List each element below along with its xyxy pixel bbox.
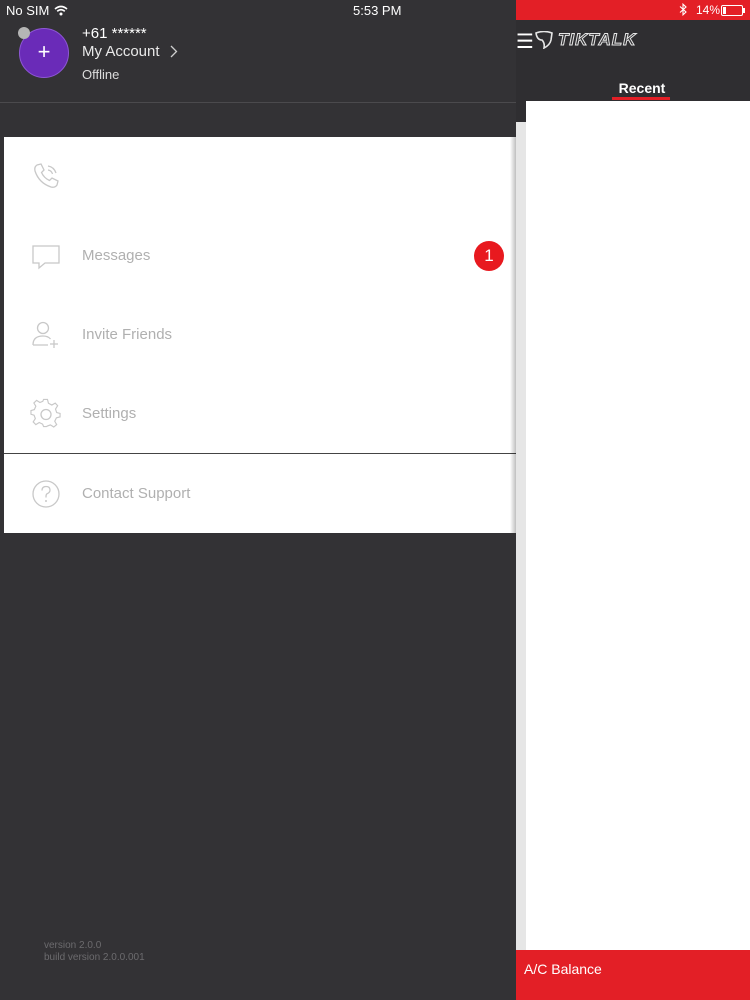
menu-item-invite-label: Invite Friends [82, 326, 173, 343]
menu-item-contact-support[interactable]: Contact Support [4, 454, 516, 533]
status-time: 5:53 PM [353, 3, 402, 18]
menu-item-messages-label: Messages [82, 247, 151, 264]
gear-icon [30, 398, 61, 428]
app-status-bar: 14% [516, 0, 750, 20]
hamburger-menu-icon[interactable]: ☰ [516, 32, 534, 52]
battery-level [723, 7, 726, 14]
version-info: version 2.0.0 build version 2.0.0.001 [44, 940, 145, 964]
main-app-panel[interactable]: 14% ☰ TIKTALK Recent A/C Balance [516, 0, 750, 1000]
carrier-status: No SIM [6, 3, 68, 18]
account-header[interactable]: + +61 ****** My Account Offline [0, 22, 516, 103]
add-user-icon [32, 321, 58, 348]
logo-text: TIKTALK [557, 30, 637, 50]
my-account-label: My Account [82, 43, 160, 60]
bluetooth-icon [679, 3, 687, 16]
tab-recent-indicator [612, 97, 670, 100]
balance-bar[interactable]: A/C Balance [516, 950, 750, 1000]
app-version: version 2.0.0 [44, 940, 102, 951]
avatar-plus-icon: + [37, 39, 51, 64]
logo-mark-icon [535, 31, 553, 49]
unread-badge: 1 [474, 240, 504, 271]
content-gap [516, 101, 526, 122]
battery-icon [721, 5, 745, 16]
balance-label: A/C Balance [524, 961, 602, 977]
app-nav-bar: ☰ TIKTALK Recent [516, 20, 750, 100]
chevron-right-icon [170, 45, 177, 58]
recent-list[interactable] [526, 101, 750, 950]
tiktalk-logo: TIKTALK [534, 30, 636, 50]
menu-item-messages[interactable]: Messages 1 [4, 216, 516, 295]
status-bar: No SIM 5:53 PM [0, 0, 516, 22]
my-account-link[interactable]: My Account [82, 43, 178, 60]
menu-item-settings[interactable]: Settings [4, 374, 516, 453]
drawer-menu: Messages 1 Invite Friends Settings Conta… [4, 137, 516, 533]
question-icon [32, 479, 60, 508]
message-icon [32, 244, 60, 269]
account-phone: +61 ****** [82, 25, 147, 42]
menu-item-invite-friends[interactable]: Invite Friends [4, 295, 516, 374]
presence-dot-icon [18, 27, 30, 39]
content-edge [516, 122, 526, 950]
menu-item-support-label: Contact Support [82, 485, 191, 502]
carrier-label: No SIM [6, 3, 50, 18]
phone-icon [34, 163, 59, 188]
build-version: build version 2.0.0.001 [44, 952, 145, 963]
presence-status: Offline [82, 67, 120, 82]
menu-item-calls[interactable] [4, 137, 516, 216]
wifi-icon [54, 5, 68, 16]
battery-percent: 14% [696, 3, 721, 17]
menu-item-settings-label: Settings [82, 405, 137, 422]
tab-recent[interactable]: Recent [612, 80, 672, 96]
